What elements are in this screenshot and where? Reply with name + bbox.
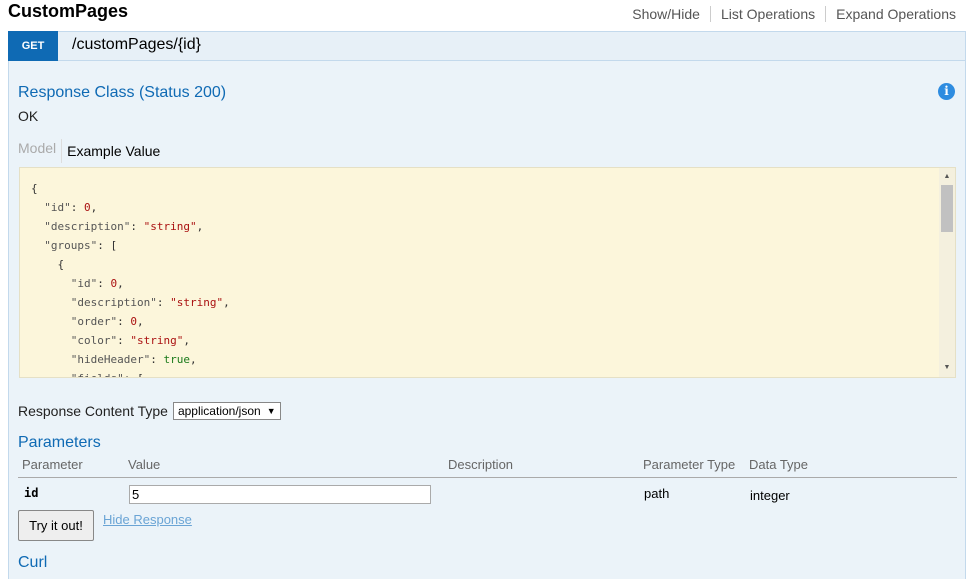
code-line: "groups": [ bbox=[44, 239, 118, 252]
code-line: "order": 0, bbox=[70, 315, 144, 328]
code-line: "fields": [ bbox=[31, 369, 230, 377]
content-type-value: application/json bbox=[177, 404, 261, 418]
param-data-type: integer bbox=[750, 488, 790, 503]
hide-response-link[interactable]: Hide Response bbox=[103, 512, 192, 527]
content-type-select[interactable]: application/json ▼ bbox=[172, 402, 281, 420]
tab-example-value[interactable]: Example Value bbox=[62, 142, 160, 160]
code-line: "description": "string", bbox=[44, 220, 204, 233]
try-it-out-button[interactable]: Try it out! bbox=[18, 510, 94, 541]
table-header-divider bbox=[18, 477, 957, 478]
operation-path[interactable]: /customPages/{id} bbox=[72, 36, 201, 54]
model-tabs: Model Example Value bbox=[18, 139, 160, 163]
code-line: { bbox=[31, 182, 38, 195]
column-header-parameter-type: Parameter Type bbox=[643, 457, 736, 472]
list-operations-link[interactable]: List Operations bbox=[721, 6, 815, 22]
content-type-label: Response Content Type bbox=[18, 403, 168, 419]
expand-operations-link[interactable]: Expand Operations bbox=[836, 6, 956, 22]
resource-title[interactable]: CustomPages bbox=[8, 1, 128, 22]
curl-heading: Curl bbox=[18, 554, 48, 571]
column-header-data-type: Data Type bbox=[749, 457, 809, 472]
response-class-heading: Response Class (Status 200) bbox=[18, 84, 227, 101]
snippet-scrollbar[interactable]: ▲ ▼ bbox=[939, 168, 955, 377]
code-line: "description": "string", bbox=[70, 296, 230, 309]
code-line: "color": "string", bbox=[70, 334, 190, 347]
param-id-input[interactable] bbox=[129, 485, 431, 504]
code-line: { bbox=[31, 258, 65, 271]
scrollbar-thumb[interactable] bbox=[941, 185, 953, 232]
http-method-badge[interactable]: GET bbox=[8, 31, 58, 61]
link-divider bbox=[825, 6, 827, 22]
param-name: id bbox=[24, 486, 39, 500]
parameters-heading: Parameters bbox=[18, 434, 101, 451]
json-code-block: { "id": 0, "description": "string", "gro… bbox=[31, 179, 230, 377]
response-content-type-row: Response Content Type application/json ▼ bbox=[18, 402, 281, 420]
scroll-down-arrow-icon[interactable]: ▼ bbox=[939, 361, 955, 375]
tab-model[interactable]: Model bbox=[18, 139, 63, 163]
info-icon[interactable]: i bbox=[938, 83, 955, 100]
code-line: "hideHeader": true, bbox=[70, 353, 197, 366]
code-line: "id": 0, bbox=[44, 201, 98, 214]
response-status-text: OK bbox=[18, 108, 39, 124]
show-hide-link[interactable]: Show/Hide bbox=[632, 6, 700, 22]
code-line: "id": 0, bbox=[70, 277, 124, 290]
example-value-snippet[interactable]: { "id": 0, "description": "string", "gro… bbox=[19, 167, 956, 378]
link-divider bbox=[709, 6, 711, 22]
resource-header: CustomPages Show/Hide List Operations Ex… bbox=[0, 0, 977, 30]
dropdown-arrow-icon: ▼ bbox=[266, 406, 276, 416]
param-type: path bbox=[644, 486, 670, 501]
column-header-value: Value bbox=[128, 457, 161, 472]
operation-header[interactable]: GET /customPages/{id} bbox=[8, 31, 966, 61]
operation-content: Response Class (Status 200) i OK Model E… bbox=[8, 61, 966, 579]
column-header-description: Description bbox=[448, 457, 514, 472]
column-header-parameter: Parameter bbox=[22, 457, 83, 472]
resource-links: Show/Hide List Operations Expand Operati… bbox=[632, 6, 956, 22]
scroll-up-arrow-icon[interactable]: ▲ bbox=[939, 170, 955, 184]
